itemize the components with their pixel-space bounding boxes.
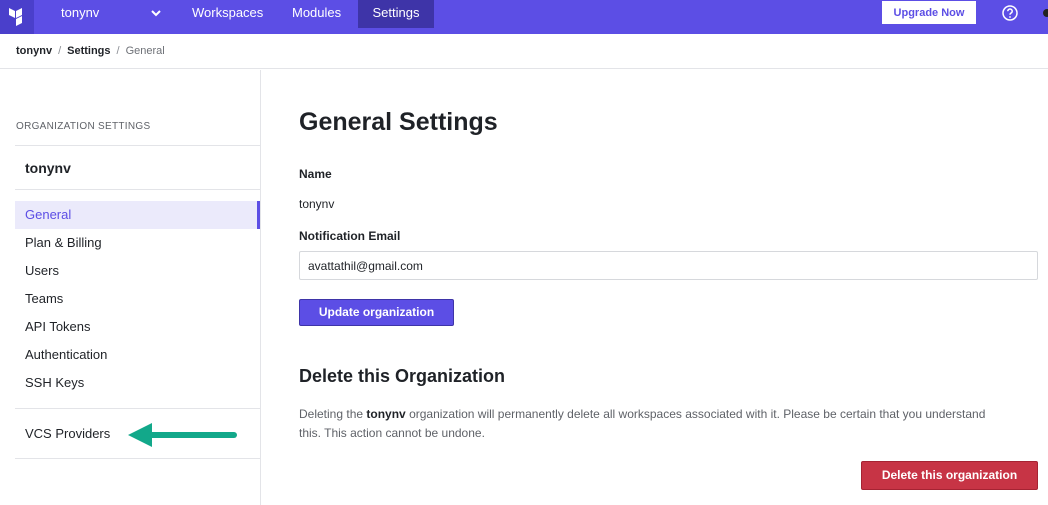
update-organization-button[interactable]: Update organization xyxy=(299,299,454,326)
main-content: General Settings Name tonynv Notificatio… xyxy=(261,70,1048,505)
chevron-down-icon[interactable] xyxy=(149,6,163,20)
sidebar-item-users[interactable]: Users xyxy=(15,257,260,285)
breadcrumb-current: General xyxy=(125,45,165,57)
delete-desc-org: tonynv xyxy=(366,407,406,421)
sidebar-divider xyxy=(15,408,260,409)
nav-workspaces[interactable]: Workspaces xyxy=(192,0,263,28)
notification-email-field[interactable] xyxy=(299,251,1038,280)
delete-organization-button[interactable]: Delete this organization xyxy=(861,461,1038,490)
top-nav: tonynv Workspaces Modules Settings Upgra… xyxy=(0,0,1048,34)
breadcrumb-separator: / xyxy=(116,45,120,57)
org-switcher-label[interactable]: tonynv xyxy=(61,0,99,26)
page-title: General Settings xyxy=(299,108,498,136)
delete-desc-prefix: Deleting the xyxy=(299,407,364,421)
nav-settings[interactable]: Settings xyxy=(358,0,434,28)
avatar[interactable] xyxy=(1043,9,1048,17)
help-icon[interactable] xyxy=(1002,5,1018,21)
terraform-logo-icon[interactable] xyxy=(0,0,34,34)
sidebar-org-name: tonynv xyxy=(15,145,260,190)
sidebar-item-api-tokens[interactable]: API Tokens xyxy=(15,313,260,341)
sidebar-item-plan-billing[interactable]: Plan & Billing xyxy=(15,229,260,257)
sidebar-heading: ORGANIZATION SETTINGS xyxy=(16,121,151,132)
delete-section-title: Delete this Organization xyxy=(299,366,506,386)
settings-sidebar: ORGANIZATION SETTINGS tonynv General Pla… xyxy=(0,70,261,505)
email-label: Notification Email xyxy=(299,229,401,243)
breadcrumb-org[interactable]: tonynv xyxy=(16,45,52,57)
name-value: tonynv xyxy=(299,197,335,211)
breadcrumb: tonynv / Settings / General xyxy=(0,34,1048,69)
sidebar-divider xyxy=(15,458,260,459)
breadcrumb-separator: / xyxy=(58,45,62,57)
sidebar-item-ssh-keys[interactable]: SSH Keys xyxy=(15,369,260,397)
sidebar-item-teams[interactable]: Teams xyxy=(15,285,260,313)
breadcrumb-settings[interactable]: Settings xyxy=(67,45,110,57)
arrow-annotation-icon xyxy=(128,423,237,447)
delete-description: Deleting the tonynv organization will pe… xyxy=(299,405,999,443)
sidebar-item-authentication[interactable]: Authentication xyxy=(15,341,260,369)
sidebar-item-general[interactable]: General xyxy=(15,201,260,229)
name-label: Name xyxy=(299,167,332,181)
nav-modules[interactable]: Modules xyxy=(292,0,341,28)
upgrade-now-button[interactable]: Upgrade Now xyxy=(881,0,977,25)
